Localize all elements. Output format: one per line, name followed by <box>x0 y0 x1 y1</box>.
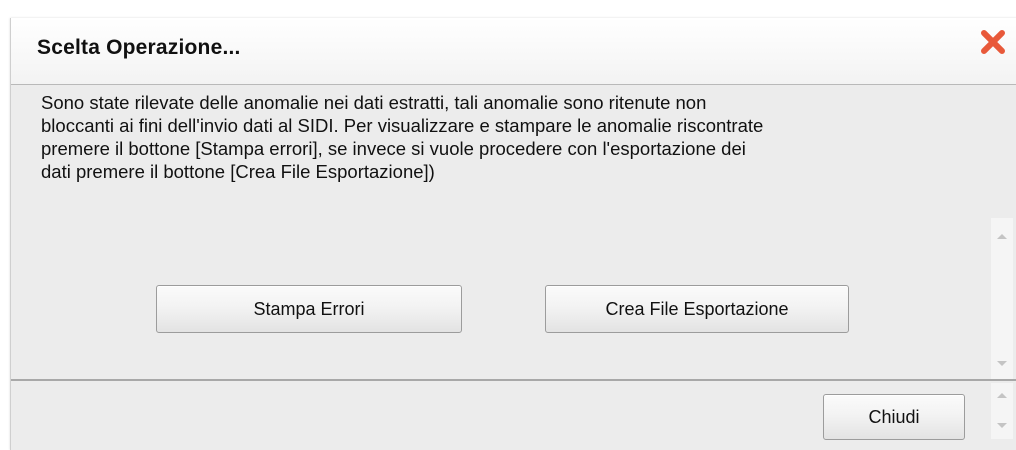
dialog-content: Sono state rilevate delle anomalie nei d… <box>11 85 1016 380</box>
chiudi-button[interactable]: Chiudi <box>823 394 965 440</box>
content-scrollbar[interactable] <box>991 218 1013 380</box>
footer-scrollbar[interactable] <box>991 383 1013 439</box>
scroll-down-arrow-icon[interactable] <box>997 361 1007 366</box>
crea-file-esportazione-button[interactable]: Crea File Esportazione <box>545 285 849 333</box>
footer-scroll-up-arrow-icon[interactable] <box>997 393 1007 398</box>
dialog-footer: Chiudi <box>11 379 1016 450</box>
footer-scroll-down-arrow-icon[interactable] <box>997 423 1007 428</box>
dialog-title: Scelta Operazione... <box>37 36 241 59</box>
close-icon[interactable] <box>977 26 1009 58</box>
dialog-titlebar: Scelta Operazione... <box>11 18 1016 85</box>
scroll-up-arrow-icon[interactable] <box>997 234 1007 239</box>
stampa-errori-button[interactable]: Stampa Errori <box>156 285 462 333</box>
dialog-message: Sono state rilevate delle anomalie nei d… <box>41 92 764 182</box>
dialog-window: Scelta Operazione... Sono state rilevate… <box>10 18 1016 450</box>
